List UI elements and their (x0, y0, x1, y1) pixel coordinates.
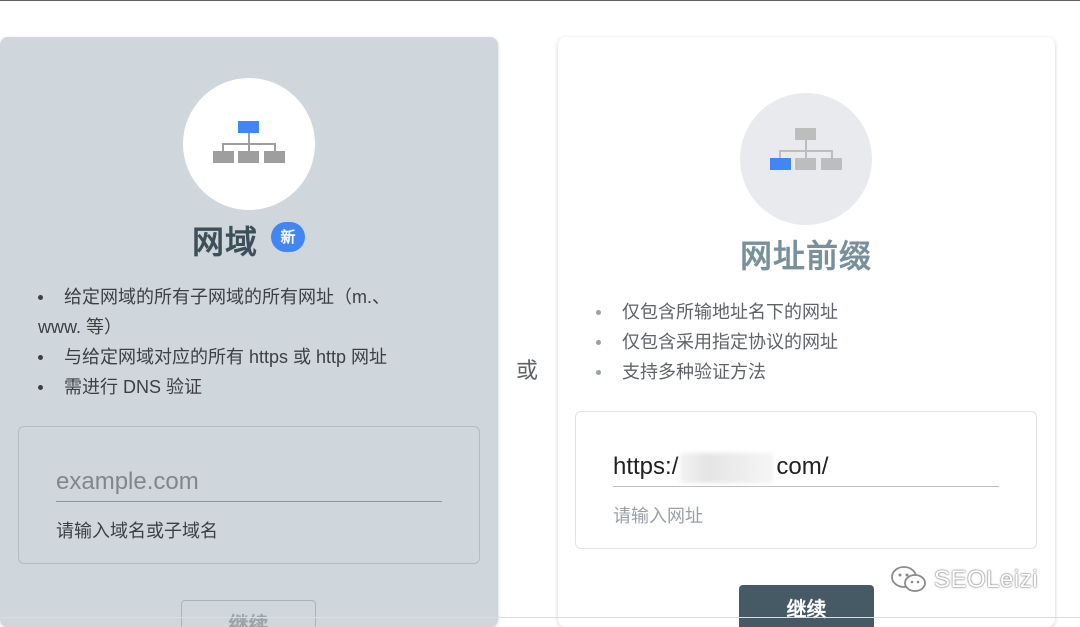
url-value-prefix: https:/ (613, 453, 679, 480)
prefix-title: 网址前缀 (740, 237, 873, 275)
wechat-icon (891, 566, 926, 592)
prefix-icon-circle (740, 93, 872, 225)
prefix-feature-list: 仅包含所输地址名下的网址 仅包含采用指定协议的网址 支持多种验证方法 (596, 297, 1016, 387)
domain-feature-list: 给定网域的所有子网域的所有网址（m.、 www. 等） 与给定网域对应的所有 h… (38, 282, 438, 402)
sitemap-icon (770, 128, 842, 170)
url-input-helper: 请输入网址 (613, 506, 703, 526)
domain-input-box: example.com 请输入域名或子域名 (18, 426, 480, 564)
or-separator: 或 (516, 359, 539, 384)
url-prefix-property-card[interactable]: 网址前缀 仅包含所输地址名下的网址 仅包含采用指定协议的网址 支持多种验证方法 … (558, 37, 1055, 627)
domain-input-helper: 请输入域名或子域名 (56, 521, 218, 541)
new-badge: 新 (271, 222, 305, 252)
prefix-continue-button[interactable]: 继续 (739, 585, 874, 627)
sitemap-icon (213, 121, 285, 163)
watermark-text: SEOLeizi (934, 566, 1039, 593)
domain-icon-circle (183, 78, 315, 210)
domain-continue-button[interactable]: 继续 (181, 600, 316, 627)
list-item: 与给定网域对应的所有 https 或 http 网址 (38, 342, 438, 372)
domain-input-placeholder: example.com (56, 468, 199, 495)
bottom-divider (0, 617, 1080, 618)
prefix-input-box: https:/ com/ 请输入网址 (575, 411, 1037, 549)
top-divider (0, 0, 1080, 1)
list-item: 需进行 DNS 验证 (38, 372, 438, 402)
domain-title: 网域 (192, 223, 259, 261)
list-item: 支持多种验证方法 (596, 357, 1016, 387)
redacted-blur (680, 452, 775, 483)
domain-input[interactable]: example.com (56, 467, 442, 502)
url-value-suffix: com/ (776, 453, 829, 480)
watermark: SEOLeizi (890, 562, 1038, 598)
list-item: 仅包含所输地址名下的网址 (596, 297, 1016, 327)
list-item: 给定网域的所有子网域的所有网址（m.、 www. 等） (38, 282, 438, 342)
url-input[interactable]: https:/ com/ (613, 450, 999, 487)
list-item: 仅包含采用指定协议的网址 (596, 327, 1016, 357)
domain-property-card[interactable]: 网域 新 给定网域的所有子网域的所有网址（m.、 www. 等） 与给定网域对应… (0, 37, 498, 627)
